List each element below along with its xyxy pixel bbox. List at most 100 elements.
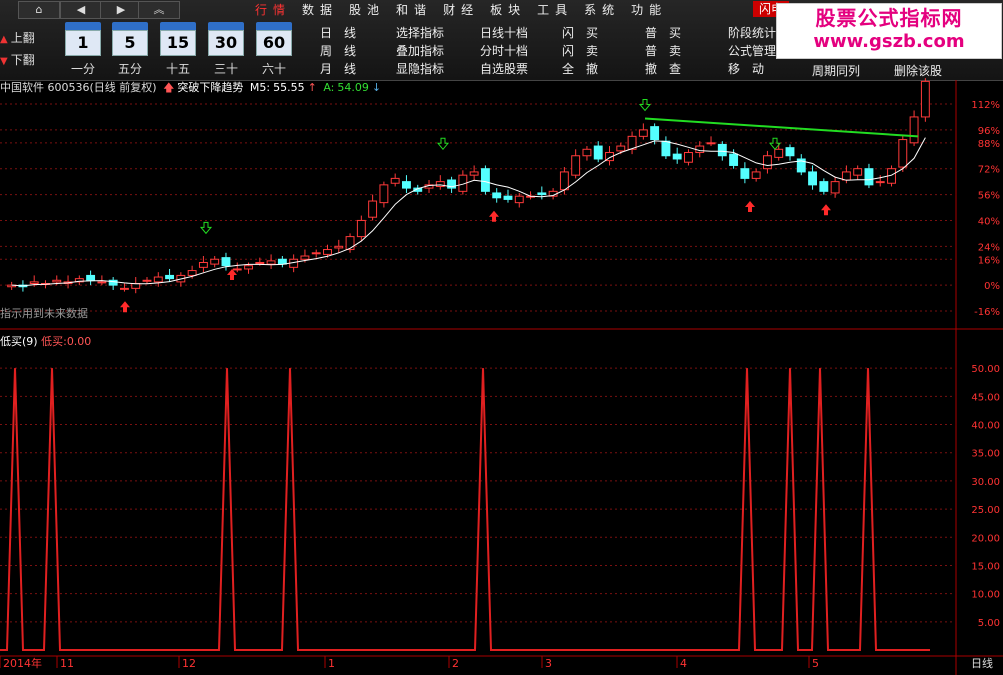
menu-item-7[interactable]: 系统 <box>584 1 620 19</box>
menu-item-5[interactable]: 板块 <box>490 1 526 19</box>
back-button[interactable]: ◀ <box>60 1 102 19</box>
quick-button-2-2[interactable]: 自选股票 <box>480 60 540 77</box>
quick-button-2-4[interactable]: 撤 查 <box>645 60 705 77</box>
quick-button-0-0[interactable]: 日 线 <box>320 24 380 41</box>
candle-body <box>830 181 840 194</box>
triangle-right-icon: ▶ <box>116 3 126 16</box>
quick-button-2-0[interactable]: 月 线 <box>320 60 380 77</box>
low-buy-line <box>0 368 930 651</box>
calendar-icon <box>112 22 148 30</box>
page-down-button[interactable]: ▼ 下翻 <box>0 52 62 69</box>
date-label: 4 <box>680 657 687 670</box>
home-button[interactable]: ⌂ <box>18 1 60 19</box>
buy-arrow-icon <box>821 204 831 216</box>
candle-body <box>796 158 806 173</box>
delete-stock-button[interactable]: 删除该股 <box>894 62 942 79</box>
period-button-15[interactable]: 15 十五 <box>160 22 196 76</box>
candle-body <box>672 153 682 160</box>
indicator-value: 0.00 <box>66 335 92 348</box>
candle-body <box>875 181 885 184</box>
period-label: 三十 <box>213 62 238 76</box>
period-button-30[interactable]: 30 三十 <box>208 22 244 76</box>
quick-button-1-2[interactable]: 分时十档 <box>480 42 540 59</box>
candle-body <box>379 184 389 204</box>
calendar-icon <box>65 22 101 30</box>
period-label[interactable]: 日线 <box>971 655 993 671</box>
sub-axis-tick-label: 40.00 <box>971 421 1000 432</box>
menu-item-1[interactable]: 数据 <box>302 1 338 19</box>
candle-body <box>74 278 84 283</box>
indicator-name: 低买(9) <box>0 335 38 348</box>
period-button-1[interactable]: 1 一分 <box>65 22 101 76</box>
sub-axis-tick-label: 30.00 <box>971 477 1000 488</box>
menu-item-2[interactable]: 股池 <box>349 1 385 19</box>
candle-body <box>153 276 163 283</box>
candle-body <box>717 143 727 157</box>
quick-button-1-4[interactable]: 普 卖 <box>645 42 705 59</box>
stock-title: 中国软件 600536(日线 前复权) <box>0 81 157 94</box>
candle-body <box>402 181 411 189</box>
indicator-value-label: 低买: <box>41 335 67 348</box>
sell-arrow-icon <box>638 98 652 112</box>
period-label: 一分 <box>70 62 95 76</box>
candle-body <box>232 268 242 271</box>
menu-item-6[interactable]: 工具 <box>537 1 573 19</box>
candle-body <box>729 153 739 166</box>
candle-body <box>165 274 175 280</box>
period-button-5[interactable]: 5 五分 <box>112 22 148 76</box>
page-down-label: 下翻 <box>10 53 35 67</box>
quick-button-0-4[interactable]: 普 买 <box>645 24 705 41</box>
axis-tick-label: 112% <box>971 100 1000 111</box>
page-up-button[interactable]: ▲ 上翻 <box>0 30 62 47</box>
candle-body <box>221 257 231 267</box>
page-up-label: 上翻 <box>10 31 35 45</box>
candle-body <box>864 168 874 186</box>
period-label: 五分 <box>117 62 142 76</box>
candle-body <box>898 139 908 168</box>
quick-button-1-1[interactable]: 叠加指标 <box>396 42 456 59</box>
quick-button-0-2[interactable]: 日线十档 <box>480 24 540 41</box>
candle-body <box>41 283 50 286</box>
axis-tick-label: 56% <box>978 191 1000 202</box>
candle-body <box>345 236 355 251</box>
buy-arrow-icon <box>227 268 237 280</box>
quick-button-1-3[interactable]: 闪 卖 <box>562 42 622 59</box>
quick-button-1-0[interactable]: 周 线 <box>320 42 380 59</box>
forward-button[interactable]: ▶ <box>100 1 142 19</box>
candle-body <box>356 219 366 238</box>
date-label: 12 <box>182 657 196 670</box>
quick-button-2-5[interactable]: 移 动 <box>728 60 788 77</box>
date-label: 2014年 <box>3 656 42 670</box>
calendar-icon <box>208 22 244 30</box>
menu-item-4[interactable]: 财经 <box>443 1 479 19</box>
quick-button-0-1[interactable]: 选择指标 <box>396 24 456 41</box>
sub-axis-tick-label: 35.00 <box>971 449 1000 460</box>
quick-button-0-3[interactable]: 闪 买 <box>562 24 622 41</box>
quick-button-2-1[interactable]: 显隐指标 <box>396 60 456 77</box>
quick-button-2-3[interactable]: 全 撤 <box>562 60 622 77</box>
menu-item-0[interactable]: 行情 <box>255 1 291 19</box>
date-label: 1 <box>328 657 335 670</box>
candle-body <box>368 200 378 218</box>
candle-body <box>537 192 547 196</box>
candle-body <box>435 181 445 187</box>
candle-body <box>774 148 784 158</box>
candle-body <box>86 274 96 281</box>
candle-body <box>808 171 818 186</box>
collapse-button[interactable]: ︽ <box>138 1 180 19</box>
menu-item-3[interactable]: 和谐 <box>396 1 432 19</box>
period-button-60[interactable]: 60 六十 <box>256 22 292 76</box>
candle-body <box>616 145 626 152</box>
menu-item-8[interactable]: 功能 <box>631 1 667 19</box>
future-data-note: 指示用到未来数据 <box>0 307 88 320</box>
a-down-arrow-icon: ↓ <box>371 81 382 94</box>
candle-body <box>7 284 17 288</box>
candle-body <box>740 168 750 179</box>
candle-body <box>841 171 851 181</box>
trend-line <box>644 117 919 138</box>
candle-body <box>108 279 118 286</box>
top-toolbar: ⌂ ◀ ▶ ︽ 行情 数据 股池 和谐 财经 板块 工具 系统 功能 闪电 ▲ 上翻 ▼ 下翻 1一… <box>0 0 1003 81</box>
candle-body <box>334 245 344 249</box>
triangle-left-icon: ◀ <box>76 3 86 16</box>
period-same-column-button[interactable]: 周期同列 <box>812 62 860 79</box>
